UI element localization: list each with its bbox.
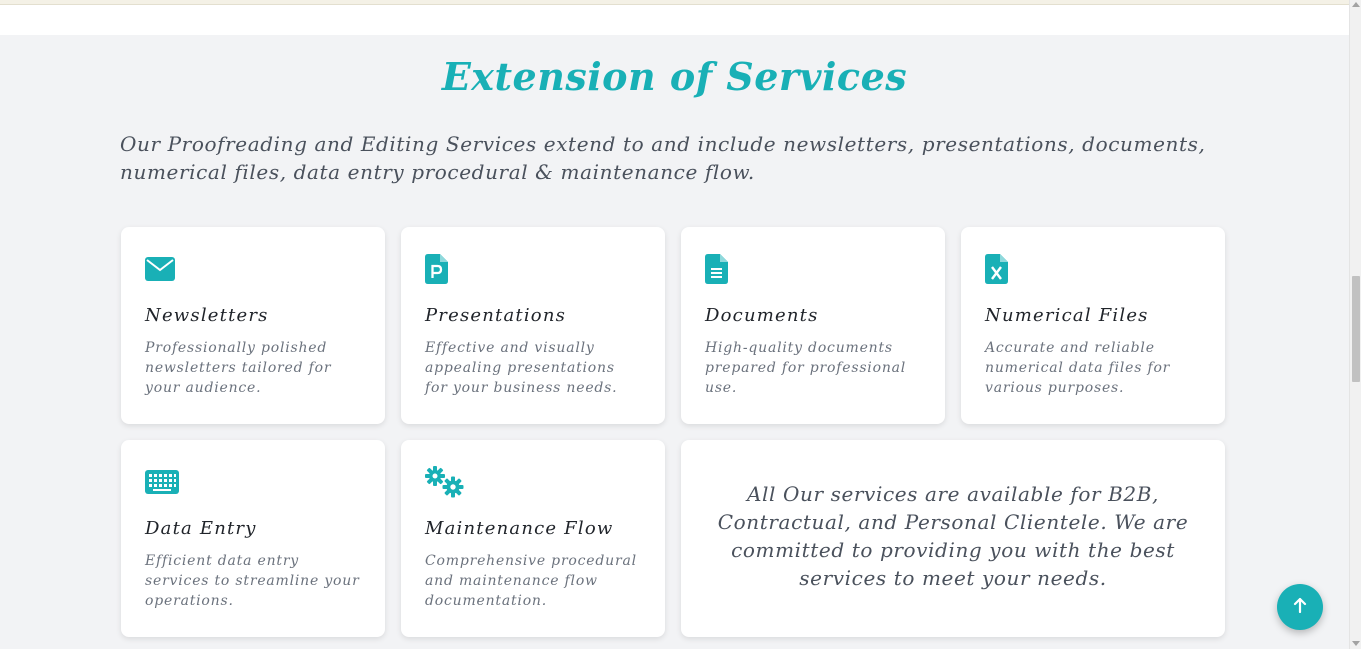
scroll-down-arrow-icon[interactable]	[1352, 641, 1360, 646]
arrow-up-icon	[1293, 597, 1307, 617]
envelope-icon	[145, 257, 175, 285]
section-title: Extension of Services	[441, 54, 908, 99]
service-card-numerical-files: Numerical Files Accurate and reliable nu…	[961, 227, 1225, 424]
keyboard-icon	[145, 470, 179, 498]
service-card-title: Newsletters	[145, 305, 269, 326]
gears-icon	[425, 466, 465, 502]
service-card-description: High-quality documents prepared for prof…	[705, 340, 907, 396]
back-to-top-button[interactable]	[1277, 584, 1323, 630]
powerpoint-file-icon	[425, 254, 448, 288]
scroll-up-arrow-icon[interactable]	[1352, 2, 1360, 7]
header-band	[0, 5, 1349, 35]
vertical-scrollbar[interactable]	[1349, 0, 1361, 649]
service-card-title: Maintenance Flow	[425, 518, 614, 539]
service-card-title: Presentations	[425, 305, 567, 326]
service-card-description: Accurate and reliable numerical data fil…	[985, 340, 1171, 396]
service-card-presentations: Presentations Effective and visually app…	[401, 227, 665, 424]
service-card-title: Data Entry	[145, 518, 257, 539]
service-card-data-entry: Data Entry Efficient data entry services…	[121, 440, 385, 637]
scrollbar-thumb[interactable]	[1352, 276, 1360, 382]
service-card-title: Numerical Files	[985, 305, 1149, 326]
excel-file-icon	[985, 254, 1008, 288]
service-card-description: Professionally polished newsletters tail…	[145, 340, 332, 396]
service-card-title: Documents	[705, 305, 819, 326]
document-file-icon	[705, 254, 728, 288]
service-card-description: Comprehensive procedural and maintenance…	[425, 553, 637, 609]
section-intro: Our Proofreading and Editing Services ex…	[120, 132, 1206, 184]
service-card-documents: Documents High-quality documents prepare…	[681, 227, 945, 424]
clientele-card: All Our services are available for B2B, …	[681, 440, 1225, 637]
service-card-description: Efficient data entry services to streaml…	[145, 553, 360, 609]
service-card-description: Effective and visually appealing present…	[425, 340, 618, 396]
service-card-newsletters: Newsletters Professionally polished news…	[121, 227, 385, 424]
clientele-note: All Our services are available for B2B, …	[717, 482, 1189, 590]
service-card-maintenance-flow: Maintenance Flow Comprehensive procedura…	[401, 440, 665, 637]
